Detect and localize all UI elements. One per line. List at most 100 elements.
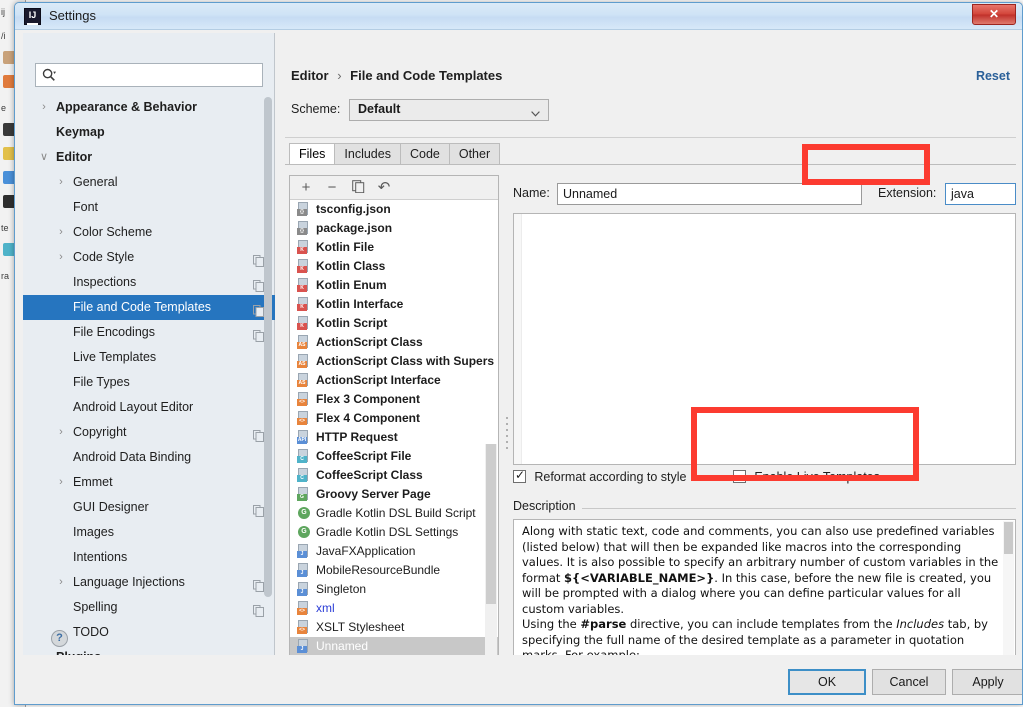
list-item[interactable]: AS ActionScript Class with Supers [290,352,498,371]
sidebar-item-label: Language Injections [73,575,185,589]
tab-includes[interactable]: Includes [335,143,401,165]
list-item[interactable]: <> xml [290,599,498,618]
sidebar-item-keymap[interactable]: Keymap [23,120,275,145]
sidebar-item-label: Plugins [56,645,101,655]
chevron-right-icon[interactable]: › [54,245,68,270]
list-item[interactable]: AS ActionScript Class [290,333,498,352]
sidebar-item-file-encodings[interactable]: File Encodings [23,320,275,345]
templates-scrollbar[interactable] [485,444,497,656]
sidebar-item-android-layout-editor[interactable]: Android Layout Editor [23,395,275,420]
list-item[interactable]: {} package.json [290,219,498,238]
live-templates-checkbox-group[interactable]: Enable Live Templates [733,470,880,484]
sidebar-item-spelling[interactable]: Spelling [23,595,275,620]
template-tabs[interactable]: Files Includes Code Other [289,143,501,165]
sidebar-item-language-injections[interactable]: › Language Injections [23,570,275,595]
list-item[interactable]: AS ActionScript Interface [290,371,498,390]
sidebar-item-code-style[interactable]: › Code Style [23,245,275,270]
settings-tree[interactable]: › Appearance & Behavior Keymap ∨ Editor › Gene… [23,95,275,655]
list-item[interactable]: G Gradle Kotlin DSL Settings [290,523,498,542]
list-item[interactable]: G Gradle Kotlin DSL Build Script [290,504,498,523]
templates-scrollbar-thumb[interactable] [486,444,496,604]
sidebar-item-copyright[interactable]: › Copyright [23,420,275,445]
search-input[interactable] [64,66,256,84]
chevron-right-icon[interactable]: › [54,420,68,445]
extension-input[interactable]: java [945,183,1016,205]
list-item-label: tsconfig.json [316,202,391,216]
tab-files[interactable]: Files [289,143,336,165]
template-body-editor[interactable] [513,213,1016,465]
intellij-idea-icon: IJ [24,8,41,25]
sidebar-scrollbar[interactable] [264,97,272,653]
reset-template-icon[interactable]: ↶ [374,179,394,197]
list-item[interactable]: C CoffeeScript Class [290,466,498,485]
breadcrumb-root[interactable]: Editor [291,68,329,83]
chevron-right-icon[interactable]: › [54,570,68,595]
templates-list[interactable]: {} tsconfig.json {} package.json K Kotlin Fil… [290,200,498,682]
sidebar-item-color-scheme[interactable]: › Color Scheme [23,220,275,245]
close-icon[interactable]: ✕ [972,4,1016,25]
sidebar-item-file-and-code-templates[interactable]: File and Code Templates [23,295,275,320]
list-item[interactable]: J JavaFXApplication [290,542,498,561]
description-scrollbar-thumb[interactable] [1004,522,1013,554]
chevron-right-icon[interactable]: › [37,95,51,120]
list-item-label: Flex 4 Component [316,411,421,425]
list-item[interactable]: <> Flex 4 Component [290,409,498,428]
list-item[interactable]: K Kotlin Interface [290,295,498,314]
help-button[interactable]: ? [51,630,68,647]
apply-button[interactable]: Apply [952,669,1022,695]
gradle-icon: G [297,525,311,539]
list-item[interactable]: J Singleton [290,580,498,599]
sidebar-item-label: Color Scheme [73,225,153,239]
list-item[interactable]: <> XSLT Stylesheet [290,618,498,637]
sidebar-item-live-templates[interactable]: Live Templates [23,345,275,370]
list-item[interactable]: API HTTP Request [290,428,498,447]
sidebar-item-intentions[interactable]: Intentions [23,545,275,570]
description-fragment: Using the [522,617,581,631]
list-item-label: Groovy Server Page [316,487,431,501]
list-item[interactable]: K Kotlin File [290,238,498,257]
reformat-checkbox-group[interactable]: Reformat according to style [513,468,687,484]
reset-link[interactable]: Reset [976,69,1010,83]
search-box[interactable] [35,63,263,87]
chevron-right-icon[interactable]: › [54,220,68,245]
description-scrollbar[interactable] [1003,521,1014,666]
add-template-button[interactable]: + [296,179,316,197]
list-item-label: Unnamed [316,639,369,653]
remove-template-button[interactable]: − [322,179,342,197]
list-item[interactable]: C CoffeeScript File [290,447,498,466]
list-item[interactable]: J MobileResourceBundle [290,561,498,580]
list-item[interactable]: <> Flex 3 Component [290,390,498,409]
sidebar-item-emmet[interactable]: › Emmet [23,470,275,495]
sidebar-item-general[interactable]: › General [23,170,275,195]
copy-template-icon[interactable] [348,179,368,197]
name-input[interactable]: Unnamed [557,183,862,205]
scheme-select[interactable]: Default [349,99,549,121]
chevron-down-icon[interactable]: ∨ [37,145,51,170]
sidebar-item-font[interactable]: Font [23,195,275,220]
sidebar-item-gui-designer[interactable]: GUI Designer [23,495,275,520]
list-item[interactable]: K Kotlin Enum [290,276,498,295]
ok-button[interactable]: OK [788,669,866,695]
tab-other[interactable]: Other [449,143,501,165]
list-item[interactable]: J Unnamed [290,637,498,656]
list-item[interactable]: K Kotlin Script [290,314,498,333]
list-item[interactable]: {} tsconfig.json [290,200,498,219]
sidebar-item-appearance-behavior[interactable]: › Appearance & Behavior [23,95,275,120]
list-item[interactable]: G Groovy Server Page [290,485,498,504]
sidebar-item-label: Code Style [73,250,135,264]
reformat-checkbox[interactable] [513,468,526,483]
chevron-right-icon[interactable]: › [54,470,68,495]
sidebar-item-editor[interactable]: ∨ Editor [23,145,275,170]
sidebar-item-file-types[interactable]: File Types [23,370,275,395]
chevron-right-icon[interactable]: › [54,170,68,195]
sidebar-item-android-data-binding[interactable]: Android Data Binding [23,445,275,470]
panel-splitter[interactable] [503,413,511,453]
sidebar-scrollbar-thumb[interactable] [264,97,272,597]
cancel-button[interactable]: Cancel [872,669,946,695]
sidebar-item-images[interactable]: Images [23,520,275,545]
live-templates-checkbox[interactable] [733,470,746,483]
tab-code[interactable]: Code [400,143,450,165]
list-item[interactable]: K Kotlin Class [290,257,498,276]
sidebar-item-inspections[interactable]: Inspections [23,270,275,295]
list-item-label: Gradle Kotlin DSL Settings [316,525,459,539]
